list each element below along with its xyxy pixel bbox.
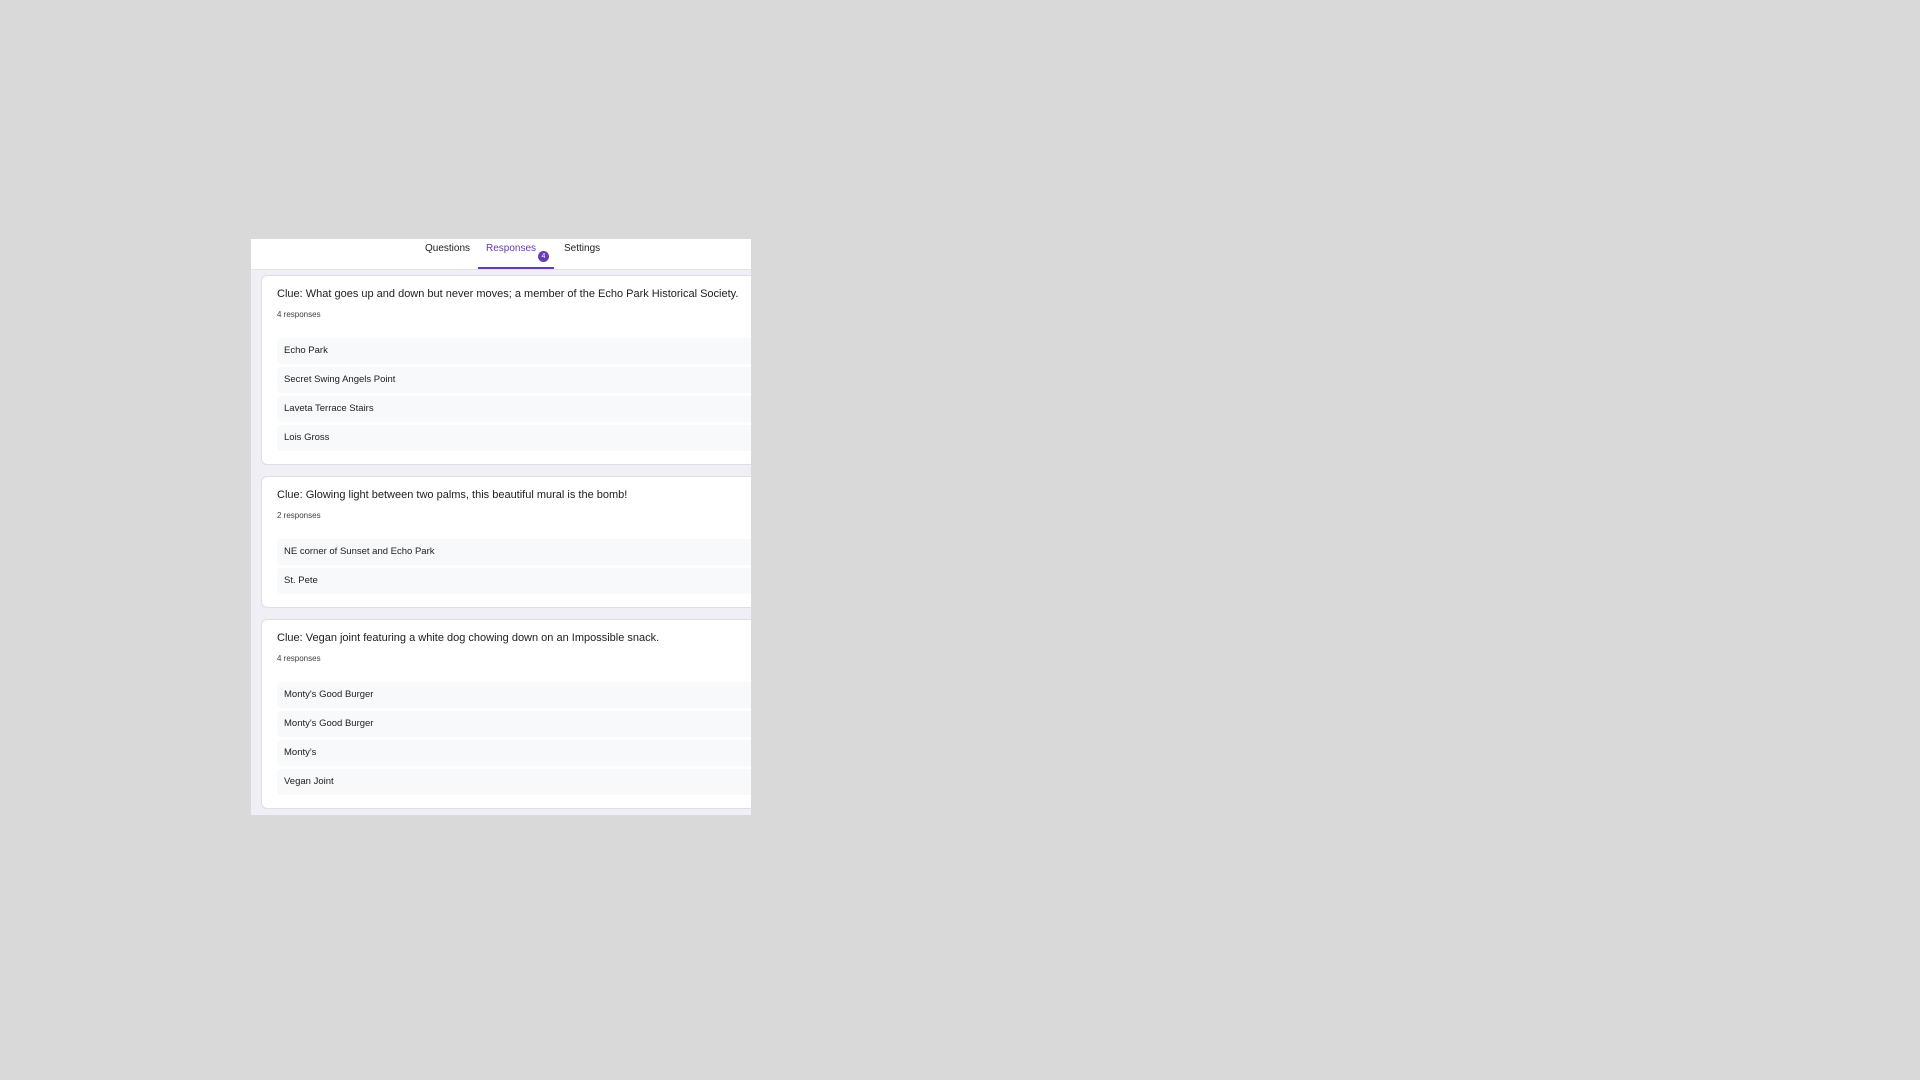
response-list: Monty's Good Burger Monty's Good Burger … (277, 682, 751, 798)
active-tab-indicator (478, 267, 554, 269)
question-card: Clue: Glowing light between two palms, t… (261, 476, 751, 608)
question-title: Clue: Glowing light between two palms, t… (277, 489, 628, 501)
response-item: Lois Gross (277, 425, 751, 451)
tab-questions-label: Questions (425, 243, 471, 254)
question-card: Clue: Vegan joint featuring a white dog … (261, 619, 751, 809)
tab-settings-label: Settings (564, 243, 601, 254)
response-item: St. Pete (277, 568, 751, 594)
response-item: NE corner of Sunset and Echo Park (277, 539, 751, 565)
responses-count-badge: 4 (538, 251, 549, 262)
response-item: Monty's (277, 740, 751, 766)
response-count: 4 responses (277, 654, 321, 663)
response-item: Monty's Good Burger (277, 682, 751, 708)
response-item: Laveta Terrace Stairs (277, 396, 751, 422)
response-item: Monty's Good Burger (277, 711, 751, 737)
response-list: NE corner of Sunset and Echo Park St. Pe… (277, 539, 751, 597)
tab-responses-label: Responses (486, 243, 537, 254)
tab-responses[interactable]: Responses 4 (478, 239, 554, 269)
response-count: 2 responses (277, 511, 321, 520)
question-card: Clue: What goes up and down but never mo… (261, 275, 751, 465)
response-count: 4 responses (277, 310, 321, 319)
question-title: Clue: What goes up and down but never mo… (277, 288, 739, 300)
question-title: Clue: Vegan joint featuring a white dog … (277, 632, 660, 644)
response-list: Echo Park Secret Swing Angels Point Lave… (277, 338, 751, 454)
response-item: Vegan Joint (277, 769, 751, 795)
response-item: Echo Park (277, 338, 751, 364)
forms-window: Questions Responses 4 Settings Clue: Wha… (251, 239, 751, 815)
response-item: Secret Swing Angels Point (277, 367, 751, 393)
tab-bar: Questions Responses 4 Settings (251, 239, 751, 270)
